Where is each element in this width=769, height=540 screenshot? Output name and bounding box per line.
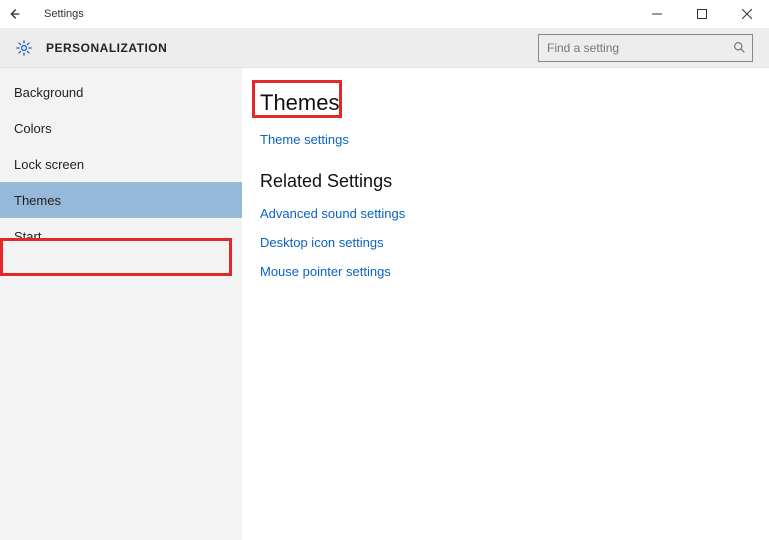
sidebar-item-lock-screen[interactable]: Lock screen bbox=[0, 146, 242, 182]
page-title: Themes bbox=[260, 90, 751, 116]
content-pane: Themes Theme settings Related Settings A… bbox=[242, 68, 769, 540]
sidebar-item-label: Start bbox=[14, 229, 41, 244]
window-controls bbox=[634, 0, 769, 28]
maximize-icon bbox=[697, 9, 707, 19]
minimize-icon bbox=[652, 9, 662, 19]
window-title: Settings bbox=[44, 8, 84, 20]
related-settings-heading: Related Settings bbox=[260, 171, 751, 192]
back-button[interactable] bbox=[0, 0, 28, 28]
sidebar-item-label: Themes bbox=[14, 193, 61, 208]
sidebar-item-background[interactable]: Background bbox=[0, 74, 242, 110]
gear-icon bbox=[14, 38, 34, 58]
minimize-button[interactable] bbox=[634, 0, 679, 28]
titlebar: Settings bbox=[0, 0, 769, 28]
body: Background Colors Lock screen Themes Sta… bbox=[0, 68, 769, 540]
sidebar-item-label: Background bbox=[14, 85, 83, 100]
sidebar-item-label: Lock screen bbox=[14, 157, 84, 172]
close-button[interactable] bbox=[724, 0, 769, 28]
search-input[interactable] bbox=[547, 41, 732, 55]
back-arrow-icon bbox=[7, 7, 21, 21]
link-theme-settings[interactable]: Theme settings bbox=[260, 132, 751, 147]
link-mouse-pointer-settings[interactable]: Mouse pointer settings bbox=[260, 264, 751, 279]
sidebar-item-colors[interactable]: Colors bbox=[0, 110, 242, 146]
sidebar: Background Colors Lock screen Themes Sta… bbox=[0, 68, 242, 540]
close-icon bbox=[742, 9, 752, 19]
header: PERSONALIZATION bbox=[0, 28, 769, 68]
section-label: PERSONALIZATION bbox=[46, 41, 167, 55]
link-desktop-icon-settings[interactable]: Desktop icon settings bbox=[260, 235, 751, 250]
sidebar-item-label: Colors bbox=[14, 121, 52, 136]
link-advanced-sound-settings[interactable]: Advanced sound settings bbox=[260, 206, 751, 221]
search-box[interactable] bbox=[538, 34, 753, 62]
sidebar-item-themes[interactable]: Themes bbox=[0, 182, 242, 218]
search-icon bbox=[732, 41, 746, 55]
sidebar-item-start[interactable]: Start bbox=[0, 218, 242, 254]
maximize-button[interactable] bbox=[679, 0, 724, 28]
settings-window: Settings PERSONALIZATION bbox=[0, 0, 769, 540]
